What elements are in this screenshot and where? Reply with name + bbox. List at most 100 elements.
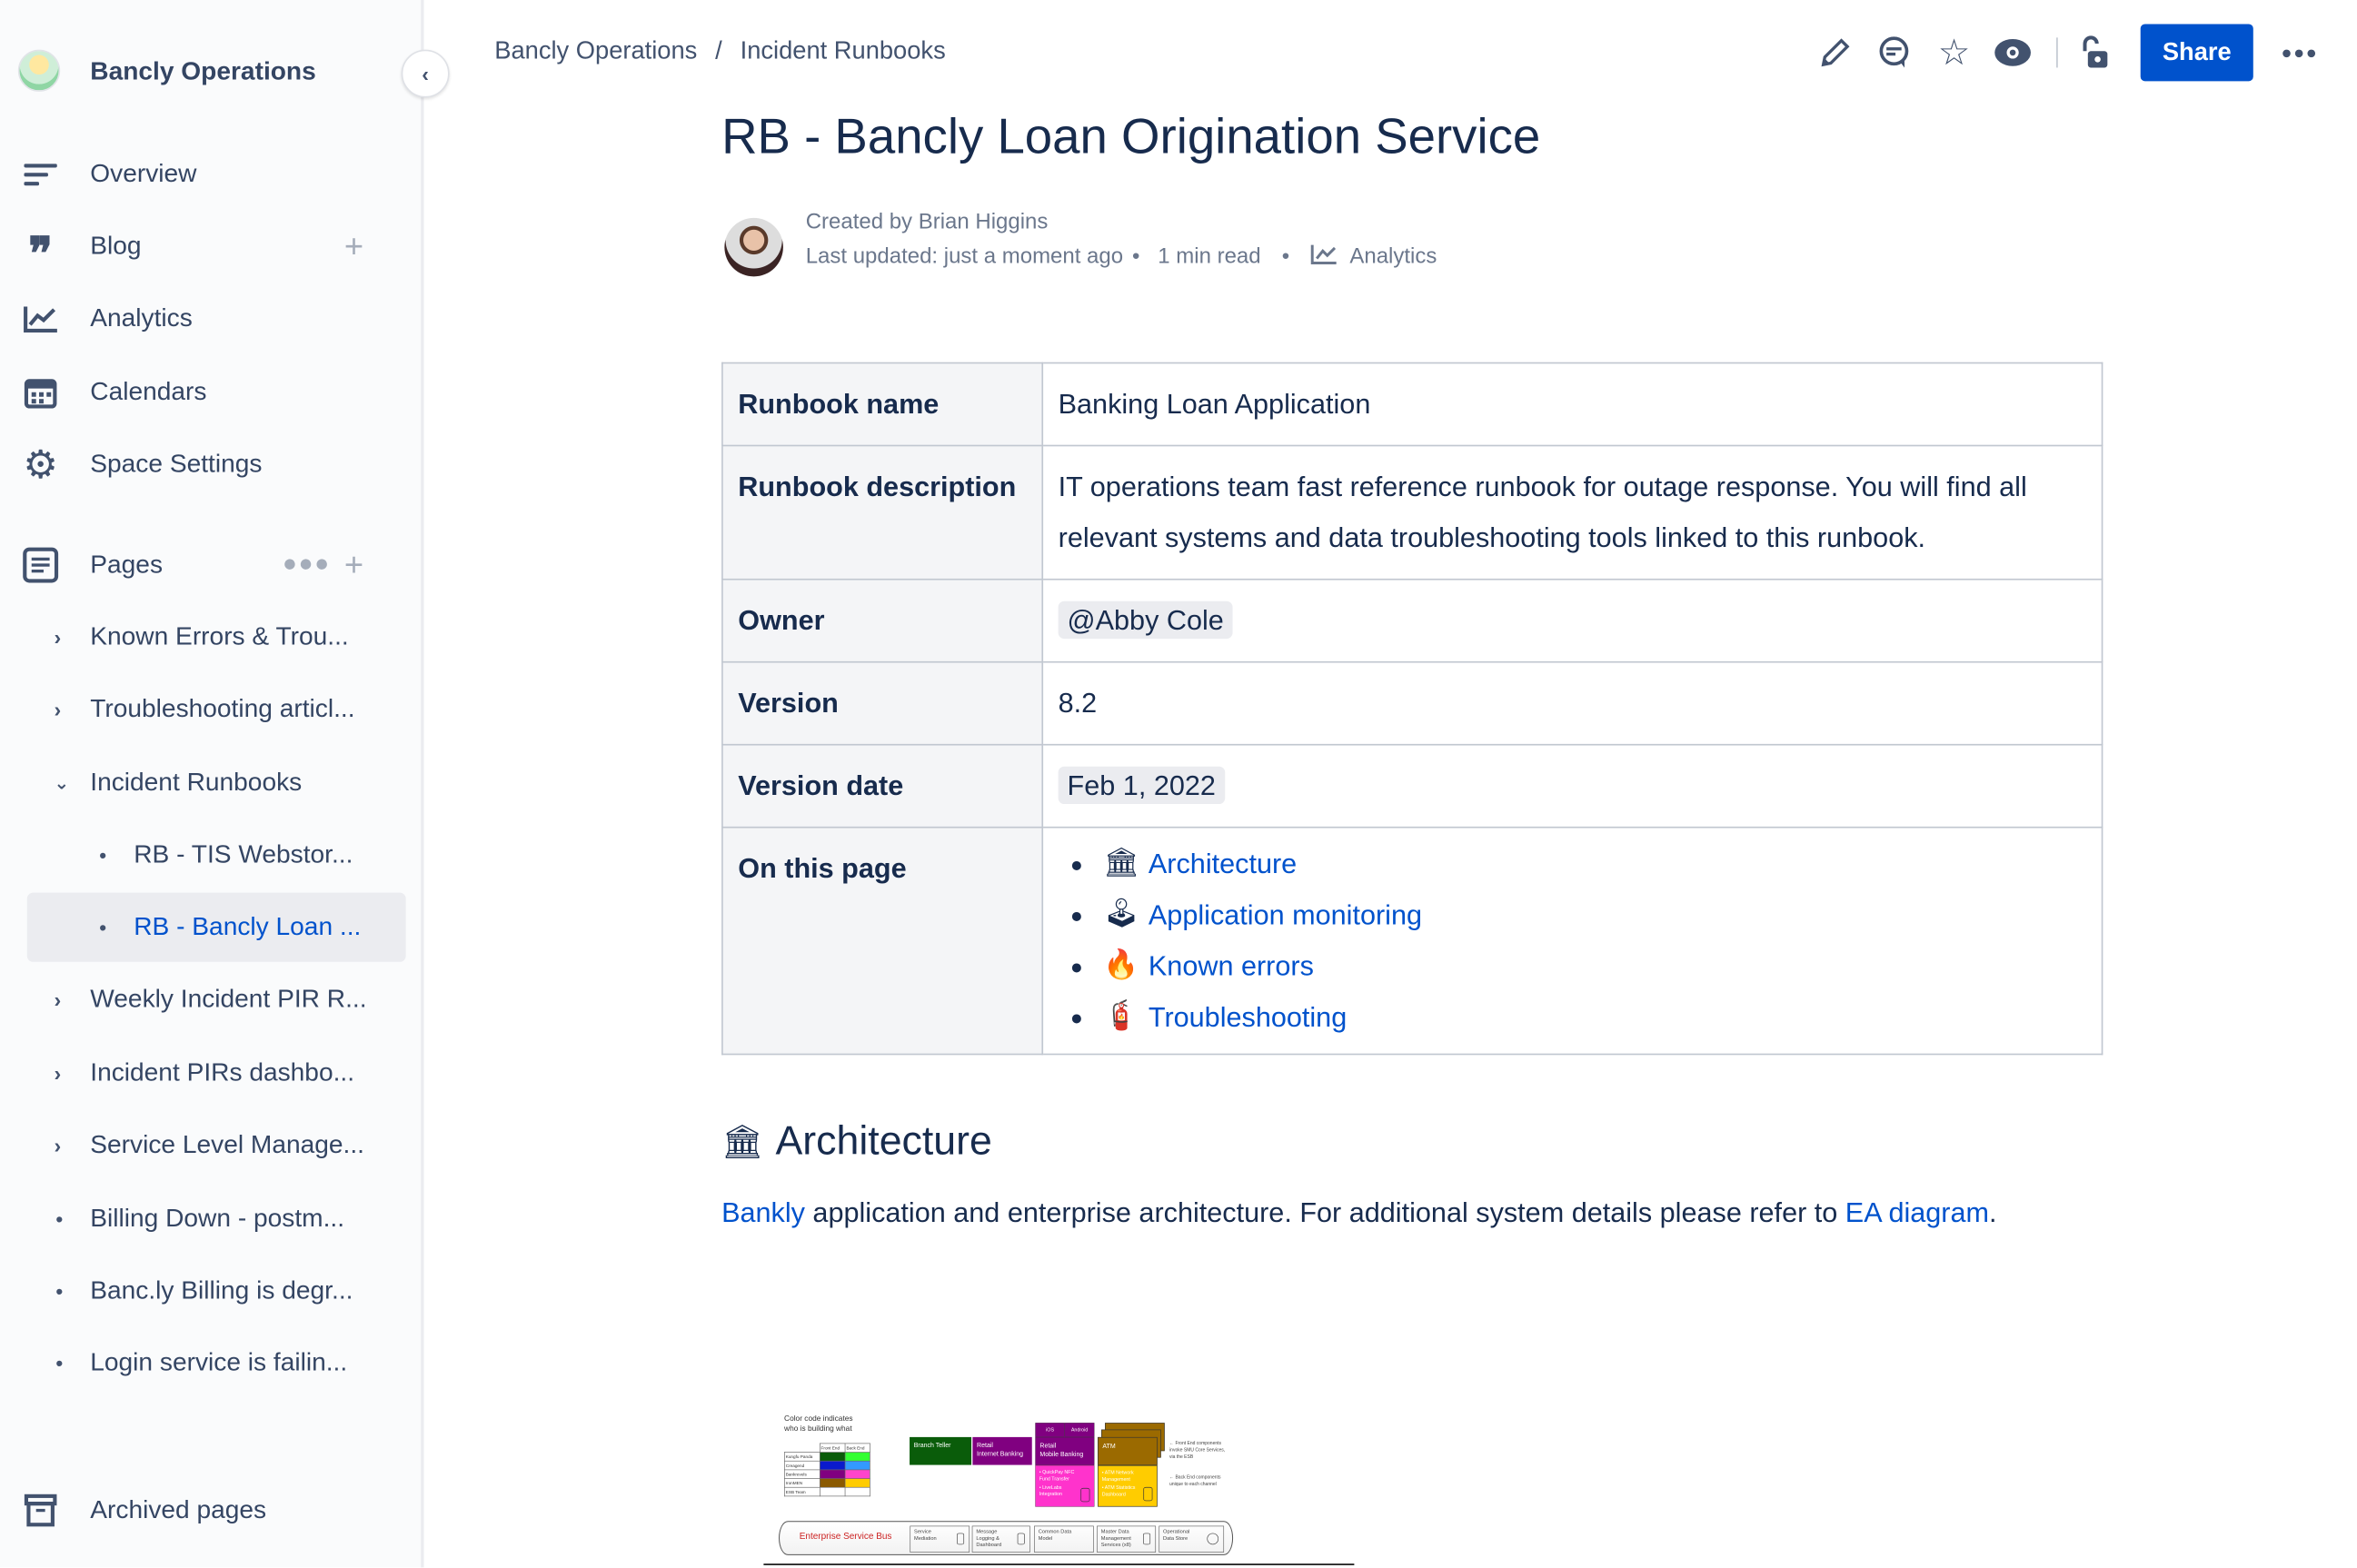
component-label: Message Logging & Dashboard xyxy=(976,1528,1002,1548)
sidebar-tree-label: Billing Down - postm... xyxy=(90,1204,345,1233)
bullet-icon: • xyxy=(99,843,107,868)
legend-title-line: Color code indicates xyxy=(784,1414,853,1424)
legend-swatch xyxy=(844,1486,870,1497)
add-page-icon[interactable]: + xyxy=(344,546,363,585)
share-button[interactable]: Share xyxy=(2140,24,2253,82)
sidebar-tree-item[interactable]: › Weekly Incident PIR R... xyxy=(27,965,406,1034)
legend-swatch xyxy=(819,1460,846,1471)
breadcrumb-separator: / xyxy=(715,37,722,65)
legend-header: Front End xyxy=(819,1443,846,1453)
sidebar-item-label: Analytics xyxy=(90,303,193,332)
space-name[interactable]: Bancly Operations xyxy=(90,57,316,87)
more-actions-icon[interactable]: ●●● xyxy=(2281,33,2320,72)
database-icon xyxy=(1143,1533,1151,1545)
chevron-right-icon[interactable]: › xyxy=(55,987,62,1011)
chevron-right-icon[interactable]: › xyxy=(55,698,62,721)
sidebar-tree-item[interactable]: › Incident PIRs dashbo... xyxy=(27,1038,406,1107)
legend-swatch xyxy=(819,1452,846,1462)
esb-component: Message Logging & Dashboard xyxy=(971,1525,1030,1553)
ea-diagram-link[interactable]: EA diagram xyxy=(1845,1196,1989,1228)
sidebar-item-calendars[interactable]: Calendars xyxy=(0,362,424,422)
joystick-icon: 🕹 xyxy=(1103,898,1140,931)
toc-item: ● 🕹 Application monitoring xyxy=(1061,889,2086,940)
chart-icon xyxy=(23,301,59,337)
bullet: ● xyxy=(1069,851,1083,877)
toc-link-troubleshooting[interactable]: Troubleshooting xyxy=(1149,992,1347,1043)
breadcrumb-parent[interactable]: Incident Runbooks xyxy=(741,37,946,65)
sidebar-tree-item[interactable]: › Troubleshooting articl... xyxy=(27,675,406,744)
archive-icon xyxy=(23,1493,59,1529)
sidebar-tree-item[interactable]: • RB - TIS Webstor... xyxy=(27,820,406,889)
architecture-diagram[interactable]: Color code indicates who is building what… xyxy=(763,1390,1355,1567)
component-label: Operational Data Store xyxy=(1163,1528,1190,1542)
comment-icon[interactable] xyxy=(1875,33,1914,72)
sidebar-tree-item[interactable]: • RB - Bancly Loan ... xyxy=(26,892,406,962)
box-label: Branch Teller xyxy=(913,1442,951,1449)
box-label: Internet Banking xyxy=(977,1450,1024,1458)
sidebar-item-label: Archived pages xyxy=(90,1495,267,1524)
bankly-link[interactable]: Bankly xyxy=(721,1196,805,1228)
page-title: RB - Bancly Loan Origination Service xyxy=(721,108,1541,164)
page-meta: Last updated: just a moment ago • 1 min r… xyxy=(806,243,1437,271)
star-icon[interactable]: ☆ xyxy=(1934,33,1974,74)
chevron-right-icon[interactable]: › xyxy=(55,1061,62,1085)
sidebar-item-overview[interactable]: Overview xyxy=(0,144,424,204)
toc-link-application-monitoring[interactable]: Application monitoring xyxy=(1149,889,1422,940)
diagram-edge xyxy=(763,1563,1355,1565)
sidebar-tree-item[interactable]: • Billing Down - postm... xyxy=(27,1185,406,1254)
watch-icon[interactable] xyxy=(1994,33,2033,72)
bullet-icon: • xyxy=(55,1278,64,1304)
bullet-icon: • xyxy=(55,1206,64,1231)
chevron-right-icon[interactable]: › xyxy=(55,1133,62,1156)
toc-item: ● 🏛 Architecture xyxy=(1061,839,2086,889)
avatar[interactable] xyxy=(724,217,783,277)
legend-row: IronMEN xyxy=(784,1478,870,1488)
legend-swatch xyxy=(844,1478,870,1488)
ios-box: iOS xyxy=(1035,1423,1065,1437)
database-icon xyxy=(1017,1533,1025,1545)
chevron-left-icon: ‹ xyxy=(422,61,430,86)
fire-icon: 🔥 xyxy=(1103,949,1139,982)
cloud-icon xyxy=(1207,1533,1219,1545)
add-blog-icon[interactable]: + xyxy=(344,227,363,266)
table-cell: IT operations team fast reference runboo… xyxy=(1041,444,2103,581)
toolbar-divider xyxy=(2056,37,2058,68)
edit-icon[interactable] xyxy=(1815,33,1855,72)
legend-team: Creagend xyxy=(784,1460,820,1471)
separator-dot: • xyxy=(1132,244,1140,270)
sidebar-item-archived-pages[interactable]: Archived pages xyxy=(0,1480,424,1540)
breadcrumb-space[interactable]: Bancly Operations xyxy=(494,37,697,65)
analytics-link[interactable]: Analytics xyxy=(1349,245,1437,269)
table-row: Version 8.2 xyxy=(721,660,2103,746)
sidebar-tree-item[interactable]: • Banc.ly Billing is degr... xyxy=(27,1256,406,1325)
sidebar-tree-item[interactable]: › Known Errors & Trou... xyxy=(27,602,406,671)
unlock-icon[interactable] xyxy=(2074,33,2113,72)
chevron-right-icon[interactable]: › xyxy=(55,625,62,649)
collapse-sidebar-button[interactable]: ‹ xyxy=(401,49,450,98)
more-icon[interactable]: ●●● xyxy=(283,551,331,579)
toc-link-architecture[interactable]: Architecture xyxy=(1149,839,1297,889)
box-bullet: • ATM Network Management xyxy=(1101,1470,1134,1483)
table-header: Version xyxy=(721,660,1044,746)
table-cell: @Abby Cole xyxy=(1041,578,2103,663)
space-logo[interactable] xyxy=(17,49,61,92)
esb-component: Operational Data Store xyxy=(1159,1525,1225,1553)
sidebar-tree-item[interactable]: • Login service is failin... xyxy=(27,1328,406,1397)
legend-row: Creagend xyxy=(784,1460,870,1471)
sidebar-item-analytics[interactable]: Analytics xyxy=(0,289,424,349)
bullet-icon: • xyxy=(55,1351,64,1375)
sidebar-item-blog[interactable]: ❞ Blog + xyxy=(0,216,424,277)
sidebar-tree-label: RB - TIS Webstor... xyxy=(134,839,353,869)
sidebar-item-space-settings[interactable]: ⚙ Space Settings xyxy=(0,434,424,494)
mobile-backend-box: • QuickPay NFC Fund Transfer • LiveLabs I… xyxy=(1035,1464,1095,1507)
legend-title: Color code indicates who is building what xyxy=(784,1414,853,1433)
sidebar-item-pages[interactable]: Pages ●●● + xyxy=(0,535,424,595)
legend-row: Kungfu Panda xyxy=(784,1452,870,1462)
user-mention[interactable]: @Abby Cole xyxy=(1058,600,1233,640)
chevron-down-icon[interactable]: ⌄ xyxy=(55,772,70,793)
heading-text: Architecture xyxy=(775,1117,992,1164)
toc-link-known-errors[interactable]: Known errors xyxy=(1149,941,1314,992)
sidebar-tree-item[interactable]: ⌄ Incident Runbooks xyxy=(27,749,406,818)
fire-extinguisher-icon: 🧯 xyxy=(1103,1000,1139,1033)
sidebar-tree-item[interactable]: › Service Level Manage... xyxy=(27,1111,406,1180)
